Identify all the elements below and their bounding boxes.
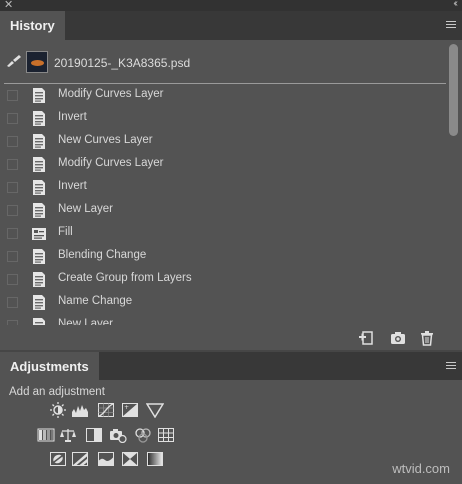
document-state-icon <box>31 110 47 127</box>
history-state-item[interactable]: Invert <box>0 176 446 199</box>
history-state-label: Name Change <box>58 295 133 307</box>
snapshot-source-checkbox[interactable] <box>7 274 18 285</box>
history-state-item[interactable]: Invert <box>0 107 446 130</box>
invert-icon[interactable] <box>49 451 67 467</box>
vibrance-icon[interactable] <box>37 427 55 443</box>
brightness-contrast-icon[interactable] <box>49 402 67 418</box>
snapshot-source-checkbox[interactable] <box>7 136 18 147</box>
history-state-item[interactable]: New Layer <box>0 314 446 325</box>
history-state-item[interactable]: Modify Curves Layer <box>0 84 446 107</box>
document-state-icon <box>31 271 47 288</box>
posterize-icon[interactable] <box>71 451 89 467</box>
color-lookup-icon[interactable] <box>157 427 175 443</box>
black-white-icon[interactable] <box>85 427 103 443</box>
history-state-label: Modify Curves Layer <box>58 157 164 169</box>
history-state-item[interactable]: Name Change <box>0 291 446 314</box>
color-balance-icon[interactable] <box>59 427 77 443</box>
history-footer <box>0 325 462 350</box>
adjustments-menu-icon[interactable] <box>446 362 456 370</box>
history-state-item[interactable]: Fill <box>0 222 446 245</box>
curves-icon[interactable] <box>97 402 115 418</box>
snapshot-source-checkbox[interactable] <box>7 90 18 101</box>
document-state-icon <box>31 87 47 104</box>
history-state-item[interactable]: Modify Curves Layer <box>0 153 446 176</box>
document-state-icon <box>31 179 47 196</box>
new-document-from-state-icon[interactable] <box>358 330 374 346</box>
adjustments-panel: Add an adjustment + wtvid.com <box>0 380 462 484</box>
threshold-icon[interactable] <box>97 451 115 467</box>
trash-icon[interactable] <box>419 330 435 346</box>
history-state-label: Invert <box>58 180 87 192</box>
history-state-label: Fill <box>58 226 73 238</box>
fill-state-icon <box>31 225 47 242</box>
history-state-label: Blending Change <box>58 249 147 261</box>
scrollbar-thumb[interactable] <box>449 44 458 136</box>
history-state-label: Create Group from Layers <box>58 272 192 284</box>
camera-icon[interactable] <box>390 330 406 346</box>
history-panel-header: History <box>0 11 462 40</box>
snapshot-source-checkbox[interactable] <box>7 297 18 308</box>
history-panel: 20190125-_K3A8365.psd Modify Curves Laye… <box>0 40 462 350</box>
svg-text:+: + <box>124 404 129 411</box>
history-state-label: New Curves Layer <box>58 134 153 146</box>
history-scrollbar[interactable] <box>446 40 462 325</box>
panel-dock-strip: ✕ ‹‹ <box>0 0 462 11</box>
snapshot-source-checkbox[interactable] <box>7 205 18 216</box>
document-state-icon <box>31 248 47 265</box>
gradient-map-triangle-icon[interactable] <box>146 402 164 418</box>
levels-icon[interactable] <box>71 402 89 418</box>
document-state-icon <box>31 133 47 150</box>
snapshot-source-checkbox[interactable] <box>7 113 18 124</box>
history-state-item[interactable]: New Layer <box>0 199 446 222</box>
snapshot-source-checkbox[interactable] <box>7 251 18 262</box>
tab-history[interactable]: History <box>0 11 65 40</box>
snapshot-source-checkbox[interactable] <box>7 182 18 193</box>
add-adjustment-label: Add an adjustment <box>9 386 105 398</box>
snapshot-source-checkbox[interactable] <box>7 159 18 170</box>
channel-mixer-icon[interactable] <box>134 427 152 443</box>
history-state-label: Modify Curves Layer <box>58 88 164 100</box>
document-state-icon <box>31 156 47 173</box>
history-state-label: New Layer <box>58 318 113 325</box>
document-state-icon <box>31 294 47 311</box>
history-menu-icon[interactable] <box>446 21 456 29</box>
collapse-icon[interactable]: ‹‹ <box>453 0 457 9</box>
close-icon[interactable]: ✕ <box>4 0 13 11</box>
history-state-item[interactable]: Blending Change <box>0 245 446 268</box>
history-state-label: New Layer <box>58 203 113 215</box>
history-state-item[interactable]: Create Group from Layers <box>0 268 446 291</box>
history-state-item[interactable]: New Curves Layer <box>0 130 446 153</box>
tab-adjustments[interactable]: Adjustments <box>0 352 99 381</box>
exposure-icon[interactable]: + <box>121 402 139 418</box>
snapshot-source-checkbox[interactable] <box>7 228 18 239</box>
history-state-label: Invert <box>58 111 87 123</box>
document-state-icon <box>31 317 47 325</box>
document-state-icon <box>31 202 47 219</box>
photo-filter-icon[interactable] <box>109 427 127 443</box>
selective-color-icon[interactable] <box>121 451 139 467</box>
adjustments-panel-header: Adjustments <box>0 352 462 381</box>
gradient-map-icon[interactable] <box>146 451 164 467</box>
watermark: wtvid.com <box>392 461 450 476</box>
